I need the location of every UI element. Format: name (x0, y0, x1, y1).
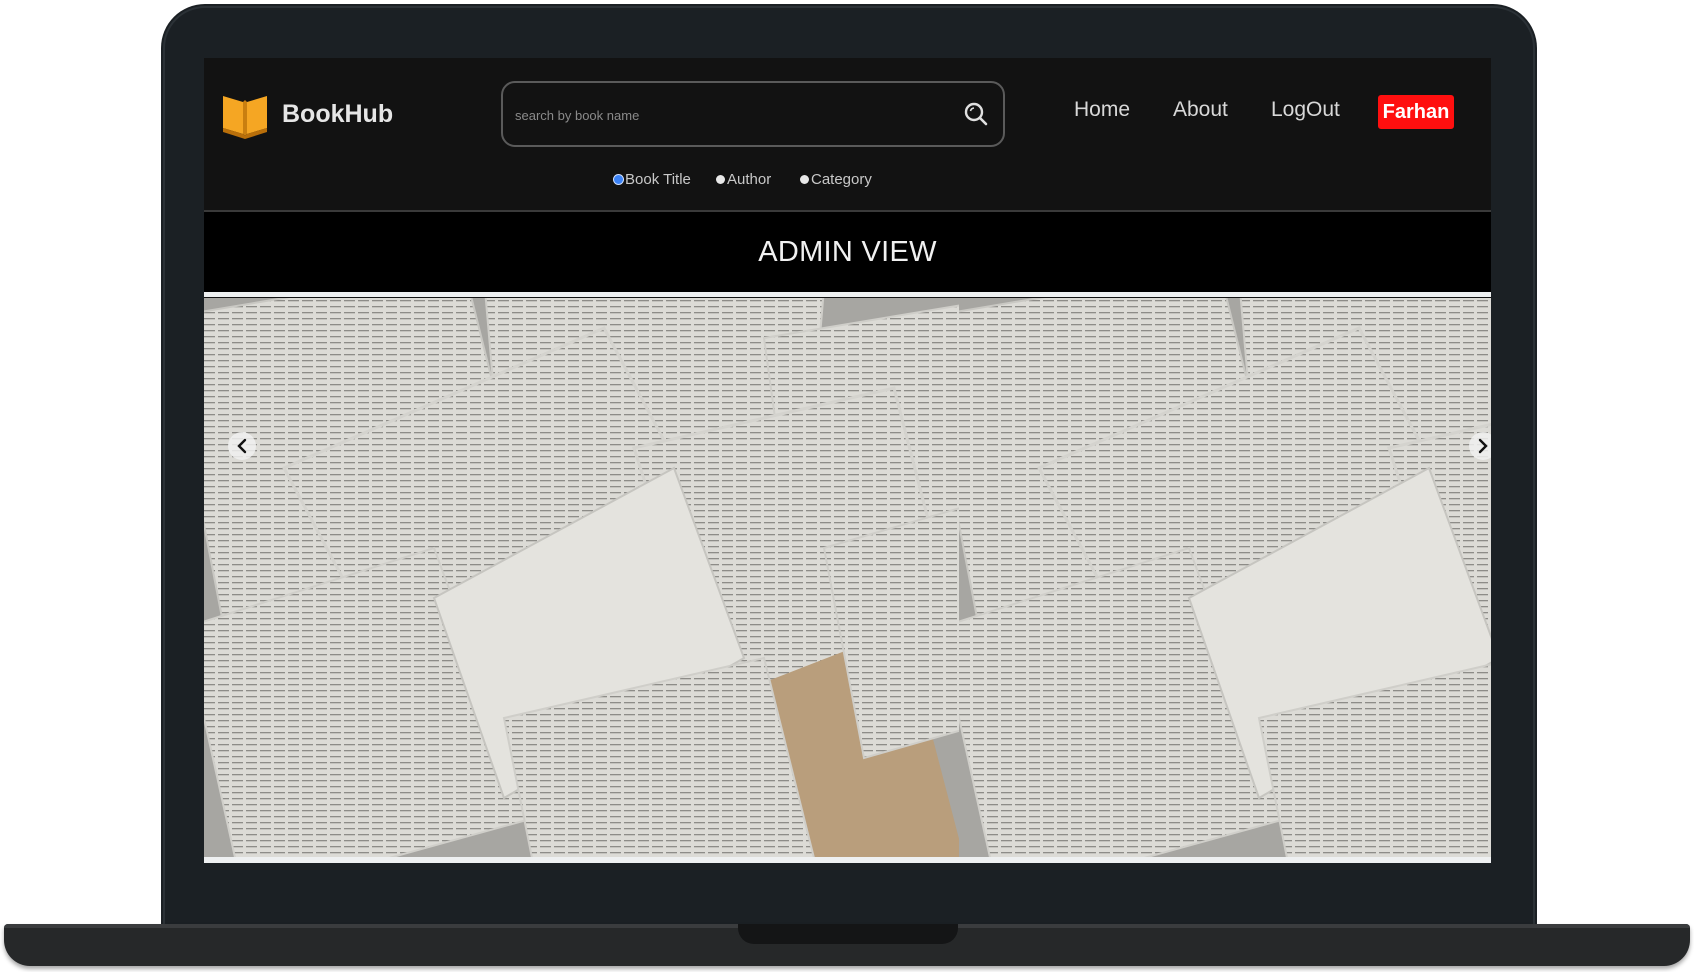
laptop-screen: BookHub Book Title Author (204, 58, 1491, 863)
divider (204, 857, 1491, 863)
chevron-left-icon (237, 438, 247, 454)
radio-selected[interactable] (614, 174, 623, 184)
nav-about-link[interactable]: About (1173, 98, 1228, 122)
search-icon[interactable] (961, 99, 991, 129)
radio-unselected[interactable] (800, 174, 809, 184)
brand-name[interactable]: BookHub (282, 100, 393, 129)
filter-label: Category (811, 170, 872, 188)
filter-author[interactable]: Author (716, 167, 771, 191)
carousel-slide-image (204, 298, 960, 857)
page-header: ADMIN VIEW (204, 212, 1491, 292)
filter-book-title[interactable]: Book Title (614, 167, 691, 191)
chevron-right-icon (1478, 438, 1488, 454)
search-box (501, 81, 1005, 147)
user-badge[interactable]: Farhan (1378, 95, 1454, 129)
nav-home-link[interactable]: Home (1074, 98, 1130, 122)
carousel-next-button[interactable] (1469, 432, 1491, 460)
carousel-prev-button[interactable] (228, 432, 256, 460)
search-input[interactable] (513, 101, 957, 129)
filter-category[interactable]: Category (800, 167, 872, 191)
filter-label: Book Title (625, 170, 691, 188)
filter-label: Author (727, 170, 772, 188)
laptop-notch (738, 924, 958, 944)
radio-unselected[interactable] (716, 174, 725, 184)
nav-logout-link[interactable]: LogOut (1271, 98, 1340, 122)
navbar: BookHub Book Title Author (204, 58, 1491, 212)
book-logo-icon[interactable] (218, 86, 272, 140)
page-title: ADMIN VIEW (758, 235, 937, 268)
image-carousel[interactable] (204, 298, 1491, 857)
search-filter-group: Book Title Author Category (614, 167, 1034, 191)
carousel-slide-image (959, 298, 1491, 857)
divider (204, 292, 1491, 297)
